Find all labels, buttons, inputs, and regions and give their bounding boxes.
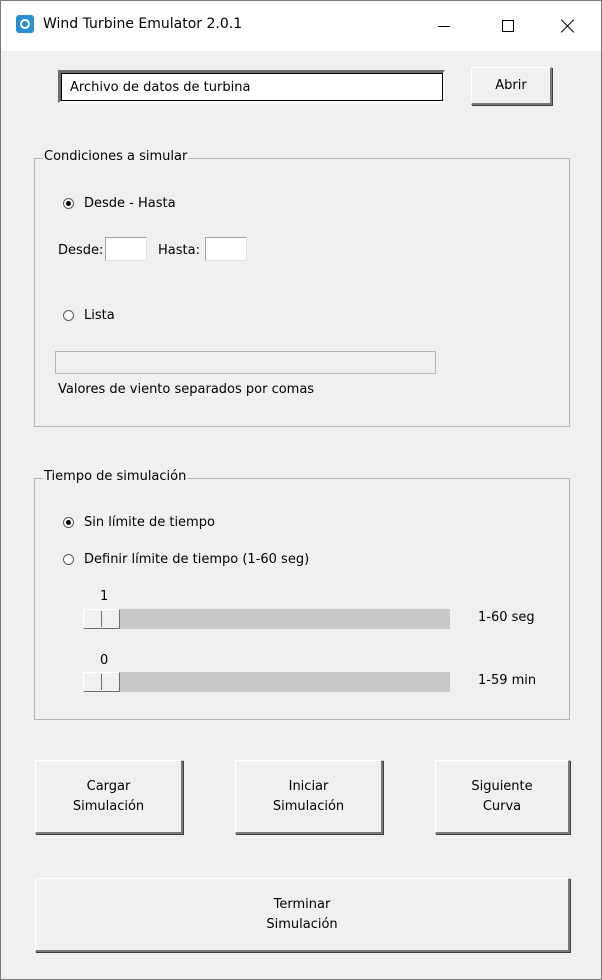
unlimited-time-label: Sin límite de tiempo [84,515,215,530]
end-simulation-line2: Simulación [266,916,338,932]
minutes-range-label: 1-59 min [478,673,537,688]
list-radio-label: Lista [84,308,115,323]
load-simulation-button[interactable]: Cargar Simulación [35,760,183,834]
app-window: Wind Turbine Emulator 2.0.1 Abrir Condic… [0,0,602,980]
close-button[interactable] [545,1,590,51]
minutes-slider[interactable] [83,672,450,692]
file-path-field[interactable] [58,70,445,103]
maximize-button[interactable] [485,1,530,51]
range-radio[interactable]: Desde - Hasta [63,196,176,211]
seconds-slider-value: 1 [100,589,109,604]
radio-unselected-icon [63,554,74,565]
conditions-group: Condiciones a simular Desde - Hasta Desd… [34,149,570,427]
load-simulation-line1: Cargar [86,778,131,794]
range-radio-label: Desde - Hasta [84,196,176,211]
minutes-slider-handle[interactable] [83,672,120,692]
window-title: Wind Turbine Emulator 2.0.1 [43,16,243,32]
maximize-icon [501,20,514,32]
file-path-input[interactable] [61,73,443,101]
next-curve-button[interactable]: Siguiente Curva [435,760,570,834]
to-label: Hasta: [158,243,200,258]
minimize-button[interactable] [421,1,466,51]
seconds-range-label: 1-60 seg [478,610,535,625]
radio-selected-icon [63,517,74,528]
list-radio[interactable]: Lista [63,308,115,323]
next-curve-line1: Siguiente [471,778,533,794]
time-limit-radio[interactable]: Definir límite de tiempo (1-60 seg) [63,552,309,567]
minutes-slider-value: 0 [100,653,109,668]
radio-unselected-icon [63,310,74,321]
close-icon [561,19,575,33]
start-simulation-line1: Iniciar [288,778,329,794]
end-simulation-line1: Terminar [273,896,331,912]
radio-selected-icon [63,198,74,209]
wind-values-hint: Valores de viento separados por comas [58,382,315,397]
time-limit-label: Definir límite de tiempo (1-60 seg) [84,552,310,567]
app-icon [16,15,34,33]
load-simulation-line2: Simulación [72,798,145,814]
simulation-time-group: Tiempo de simulación Sin límite de tiemp… [34,469,570,720]
from-label: Desde: [58,243,104,258]
open-file-button[interactable]: Abrir [471,67,552,105]
end-simulation-button[interactable]: Terminar Simulación [35,878,570,952]
seconds-slider[interactable] [83,609,450,629]
title-bar[interactable]: Wind Turbine Emulator 2.0.1 [1,1,601,51]
to-input[interactable] [205,237,247,261]
conditions-legend: Condiciones a simular [43,149,189,164]
unlimited-time-radio[interactable]: Sin límite de tiempo [63,515,215,530]
simulation-time-legend: Tiempo de simulación [43,469,188,484]
open-file-label: Abrir [495,77,527,93]
start-simulation-line2: Simulación [272,798,345,814]
minimize-icon [437,25,450,27]
from-input[interactable] [105,237,147,261]
next-curve-line2: Curva [482,798,522,814]
seconds-slider-handle[interactable] [83,609,120,629]
wind-values-input[interactable] [55,351,436,374]
start-simulation-button[interactable]: Iniciar Simulación [235,760,383,834]
